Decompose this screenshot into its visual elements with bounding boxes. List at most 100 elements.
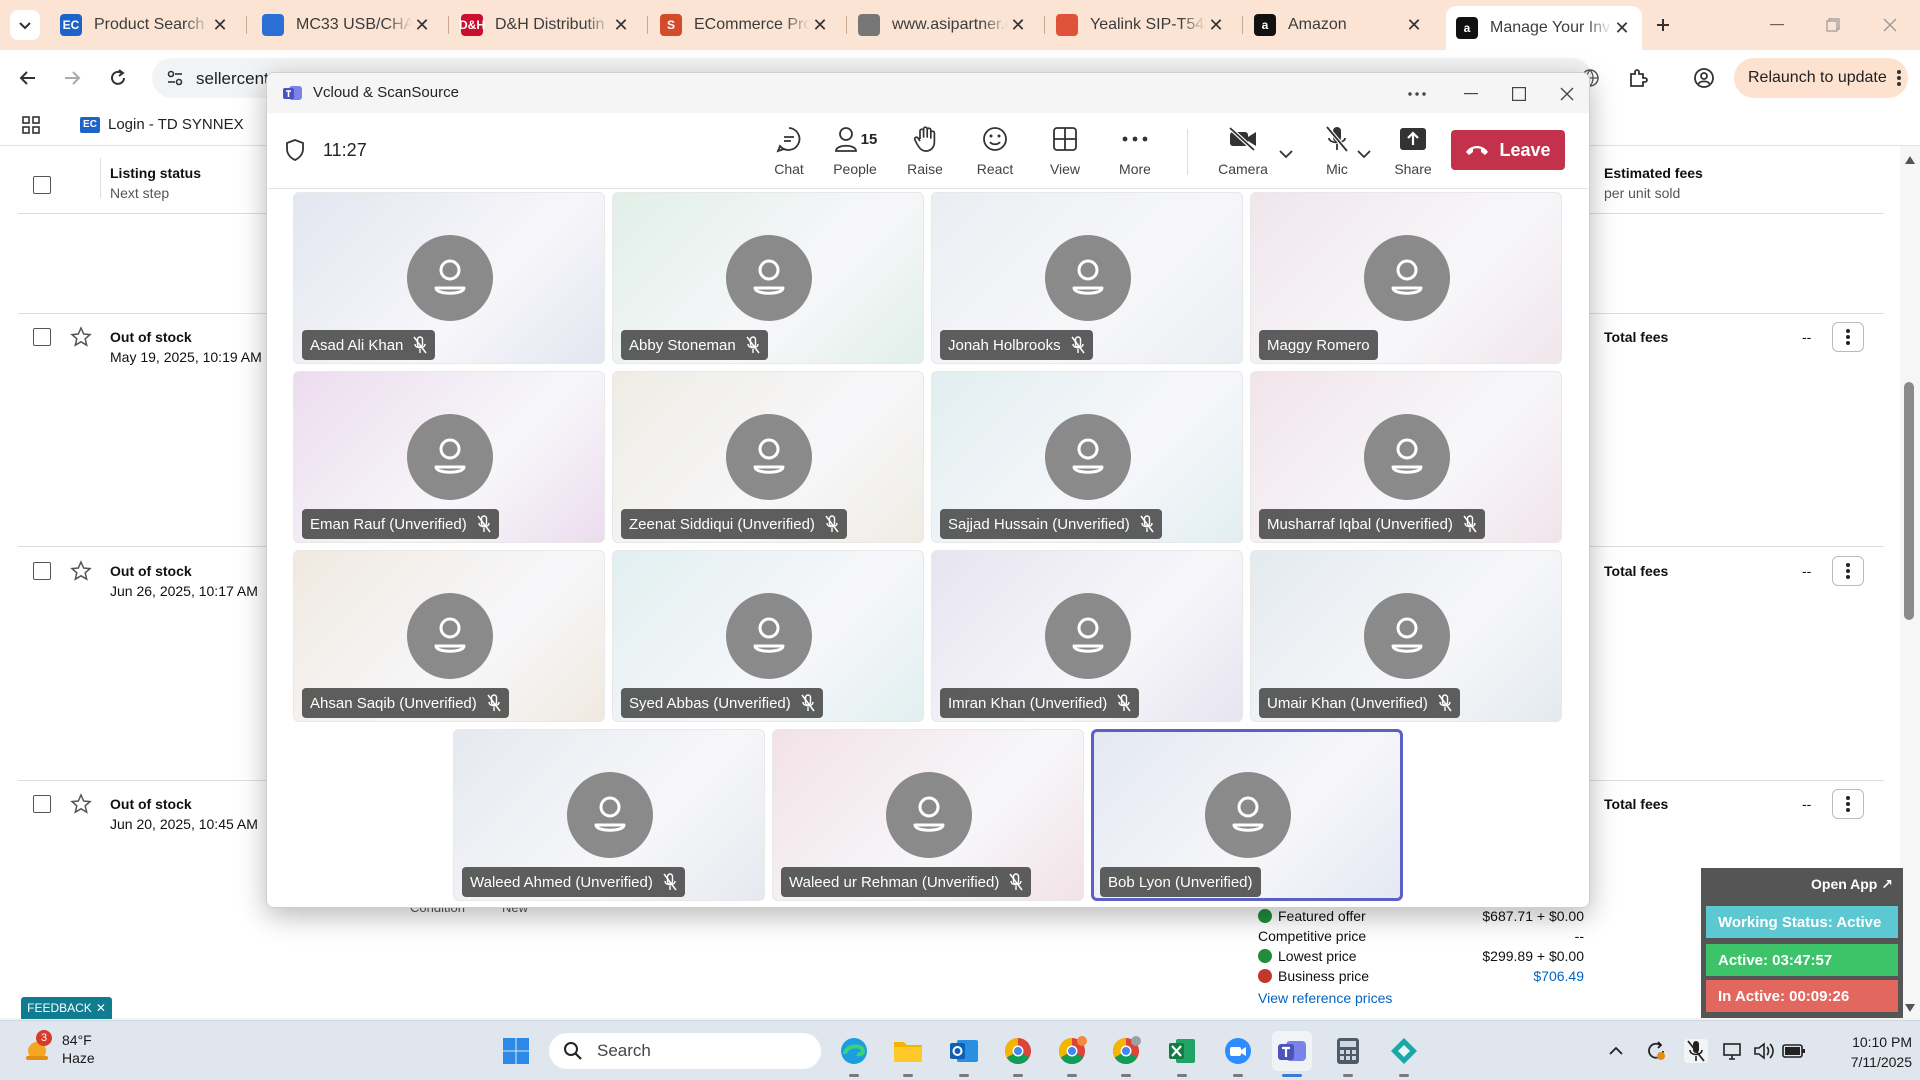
chrome-profile-2-icon[interactable]	[1052, 1031, 1092, 1077]
bookmark-td-synnex[interactable]: EC Login - TD SYNNEX	[80, 116, 244, 133]
zoom-icon[interactable]	[1218, 1031, 1258, 1077]
mic-muted-tray-icon[interactable]	[1684, 1039, 1708, 1063]
scroll-down-icon[interactable]	[1905, 1004, 1915, 1012]
sync-icon[interactable]	[1644, 1039, 1668, 1063]
browser-tab[interactable]: S ECommerce Proc ✕	[650, 8, 840, 42]
calculator-icon[interactable]	[1328, 1031, 1368, 1077]
back-button[interactable]	[12, 62, 44, 94]
participant-tile[interactable]: Jonah Holbrooks	[931, 192, 1243, 364]
close-tab-icon[interactable]: ✕	[1206, 15, 1226, 36]
chat-button[interactable]: Chat	[757, 123, 821, 183]
row-actions-button[interactable]	[1832, 322, 1864, 352]
more-button[interactable]: More	[1103, 123, 1167, 183]
profile-button[interactable]	[1688, 62, 1720, 94]
close-tab-icon[interactable]: ✕	[1008, 15, 1028, 36]
taskbar-search[interactable]: Search	[549, 1033, 821, 1069]
close-tab-icon[interactable]: ✕	[810, 15, 830, 36]
excel-icon[interactable]	[1162, 1031, 1202, 1077]
page-scrollbar-thumb[interactable]	[1904, 382, 1914, 620]
tab-search-button[interactable]	[10, 10, 40, 40]
close-icon[interactable]: ✕	[96, 1001, 106, 1015]
star-icon[interactable]	[70, 793, 92, 815]
camera-button[interactable]: Camera	[1211, 123, 1275, 183]
taskbar-clock[interactable]: 10:10 PM 7/11/2025	[1832, 1032, 1912, 1072]
start-button[interactable]	[496, 1031, 536, 1071]
open-app-link[interactable]: Open App ↗	[1811, 876, 1893, 893]
site-settings-icon[interactable]	[166, 69, 184, 87]
camera-options-chevron-icon[interactable]	[1279, 149, 1293, 159]
star-icon[interactable]	[70, 326, 92, 348]
scroll-up-icon[interactable]	[1905, 156, 1915, 164]
show-hidden-icons-chevron-icon[interactable]	[1604, 1039, 1628, 1063]
participant-tile[interactable]: Abby Stoneman	[612, 192, 924, 364]
outlook-icon[interactable]	[944, 1031, 984, 1077]
chrome-profile-3-icon[interactable]	[1106, 1031, 1146, 1077]
participant-tile[interactable]: Musharraf Iqbal (Unverified)	[1250, 371, 1562, 543]
participant-tile[interactable]: Umair Khan (Unverified)	[1250, 550, 1562, 722]
participant-tile[interactable]: Syed Abbas (Unverified)	[612, 550, 924, 722]
close-tab-icon[interactable]: ✕	[1404, 15, 1424, 36]
mic-options-chevron-icon[interactable]	[1357, 149, 1371, 159]
participant-tile[interactable]: Ahsan Saqib (Unverified)	[293, 550, 605, 722]
raise-hand-button[interactable]: Raise	[893, 123, 957, 183]
row-actions-button[interactable]	[1832, 556, 1864, 586]
participant-tile[interactable]: Bob Lyon (Unverified)	[1091, 729, 1403, 901]
view-reference-prices-link[interactable]: View reference prices	[1258, 990, 1392, 1006]
teams-app-icon[interactable]	[1272, 1031, 1312, 1077]
select-all-checkbox[interactable]	[33, 176, 51, 194]
reload-button[interactable]	[102, 62, 134, 94]
row-checkbox[interactable]	[33, 562, 51, 580]
weather-widget[interactable]: 3 84°F Haze	[22, 1030, 95, 1067]
browser-tab[interactable]: www.asipartner.c ✕	[848, 8, 1038, 42]
col-estimated-fees[interactable]: Estimated fees	[1604, 165, 1703, 181]
participant-tile[interactable]: Imran Khan (Unverified)	[931, 550, 1243, 722]
browser-tab[interactable]: MC33 USB/CHAR✕	[252, 8, 442, 42]
extensions-button[interactable]	[1622, 62, 1654, 94]
browser-tab[interactable]: EC Product Search R ✕	[50, 8, 240, 42]
browser-tab[interactable]: a Amazon ✕	[1244, 8, 1434, 42]
browser-restore-button[interactable]	[1803, 8, 1863, 42]
browser-tab[interactable]: a Manage Your Inv ✕	[1446, 6, 1642, 50]
chrome-profile-1-icon[interactable]	[998, 1031, 1038, 1077]
apps-grid-icon[interactable]	[22, 116, 40, 134]
participant-tile[interactable]: Zeenat Siddiqui (Unverified)	[612, 371, 924, 543]
close-tab-icon[interactable]: ✕	[611, 15, 631, 36]
participant-tile[interactable]: Sajjad Hussain (Unverified)	[931, 371, 1243, 543]
participant-tile[interactable]: Eman Rauf (Unverified)	[293, 371, 605, 543]
shield-icon[interactable]	[285, 139, 305, 161]
vpn-app-icon[interactable]	[1384, 1031, 1424, 1077]
participant-tile[interactable]: Maggy Romero	[1250, 192, 1562, 364]
feedback-button[interactable]: FEEDBACK ✕	[21, 997, 112, 1019]
col-listing-status[interactable]: Listing status	[110, 165, 201, 181]
browser-tab[interactable]: Yealink SIP-T54V ✕	[1046, 8, 1236, 42]
view-button[interactable]: View	[1033, 123, 1097, 183]
teams-more-options-button[interactable]	[1395, 79, 1439, 109]
row-actions-button[interactable]	[1832, 789, 1864, 819]
network-icon[interactable]	[1722, 1039, 1746, 1063]
react-button[interactable]: React	[963, 123, 1027, 183]
new-tab-button[interactable]	[1648, 10, 1678, 40]
people-button[interactable]: 15 People	[819, 123, 891, 183]
volume-icon[interactable]	[1752, 1039, 1776, 1063]
star-icon[interactable]	[70, 560, 92, 582]
participant-tile[interactable]: Waleed Ahmed (Unverified)	[453, 729, 765, 901]
edge-app-icon[interactable]	[834, 1031, 874, 1077]
browser-minimize-button[interactable]	[1747, 8, 1807, 42]
close-tab-icon[interactable]: ✕	[210, 15, 230, 36]
teams-minimize-button[interactable]	[1449, 79, 1493, 109]
battery-icon[interactable]	[1782, 1039, 1806, 1063]
participant-tile[interactable]: Asad Ali Khan	[293, 192, 605, 364]
teams-close-button[interactable]	[1545, 79, 1589, 109]
share-button[interactable]: Share	[1381, 123, 1445, 183]
browser-tab[interactable]: D&H D&H Distributin ✕	[451, 8, 641, 42]
forward-button[interactable]	[56, 62, 88, 94]
teams-maximize-button[interactable]	[1497, 79, 1541, 109]
close-tab-icon[interactable]: ✕	[412, 15, 432, 36]
browser-close-button[interactable]	[1860, 8, 1920, 42]
relaunch-update-button[interactable]: Relaunch to update	[1734, 58, 1908, 98]
file-explorer-icon[interactable]	[888, 1031, 928, 1077]
row-checkbox[interactable]	[33, 795, 51, 813]
row-checkbox[interactable]	[33, 328, 51, 346]
leave-button[interactable]: Leave	[1451, 130, 1565, 170]
close-tab-icon[interactable]: ✕	[1612, 18, 1632, 39]
